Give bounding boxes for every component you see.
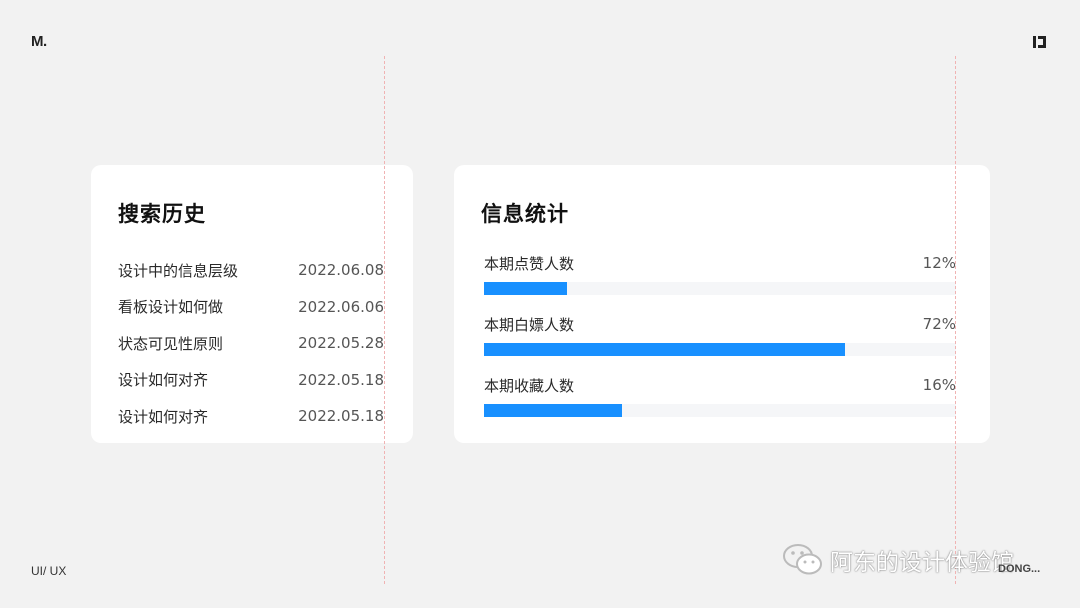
history-item-date: 2022.06.08 (298, 261, 384, 280)
stat-item: 本期点赞人数 12% (484, 252, 956, 313)
history-item-label: 设计如何对齐 (118, 407, 209, 426)
history-item-date: 2022.06.06 (298, 297, 384, 316)
progress-track (484, 343, 956, 356)
stat-label: 本期白嫖人数 (484, 315, 575, 334)
history-item[interactable]: 状态可见性原则 2022.05.28 (118, 325, 384, 362)
history-item-label: 设计如何对齐 (118, 371, 209, 390)
stat-item: 本期白嫖人数 72% (484, 313, 956, 374)
stat-label: 本期点赞人数 (484, 254, 575, 273)
footer-label: UI/ UX (31, 564, 67, 578)
footer-brand: DONG... (998, 563, 1041, 575)
stat-percent: 12% (922, 254, 956, 272)
progress-fill (484, 282, 567, 295)
logo: M. (31, 33, 47, 50)
history-item-date: 2022.05.18 (298, 407, 384, 426)
progress-fill (484, 404, 622, 417)
history-item-label: 状态可见性原则 (118, 334, 224, 353)
watermark: 阿东的设计体验馆 (782, 540, 1014, 580)
stats-list: 本期点赞人数 12% 本期白嫖人数 72% 本期收藏人数 16% (484, 252, 956, 435)
bracket-mark-icon (1033, 36, 1046, 48)
slide: M. 搜索历史 设计中的信息层级 2022.06.08 看板设计如何做 2022… (0, 0, 1080, 608)
search-history-title: 搜索历史 (118, 202, 206, 226)
guide-line (955, 56, 956, 584)
stat-percent: 16% (922, 376, 956, 394)
wechat-icon (783, 544, 822, 575)
stat-percent: 72% (922, 315, 956, 333)
search-history-card: 搜索历史 设计中的信息层级 2022.06.08 看板设计如何做 2022.06… (91, 165, 413, 443)
history-item[interactable]: 设计如何对齐 2022.05.18 (118, 362, 384, 399)
progress-track (484, 282, 956, 295)
history-item[interactable]: 设计中的信息层级 2022.06.08 (118, 252, 384, 289)
history-item[interactable]: 设计如何对齐 2022.05.18 (118, 398, 384, 435)
search-history-list: 设计中的信息层级 2022.06.08 看板设计如何做 2022.06.06 状… (118, 252, 384, 435)
stats-card: 信息统计 本期点赞人数 12% 本期白嫖人数 72% 本期收藏人数 16% (454, 165, 990, 443)
stat-label: 本期收藏人数 (484, 376, 575, 395)
stat-item: 本期收藏人数 16% (484, 374, 956, 435)
history-item[interactable]: 看板设计如何做 2022.06.06 (118, 289, 384, 326)
watermark-text: 阿东的设计体验馆 (830, 550, 1014, 576)
history-item-date: 2022.05.18 (298, 370, 384, 389)
history-item-date: 2022.05.28 (298, 334, 384, 353)
history-item-label: 设计中的信息层级 (118, 261, 239, 280)
history-item-label: 看板设计如何做 (118, 298, 224, 317)
guide-line (384, 56, 385, 584)
progress-track (484, 404, 956, 417)
progress-fill (484, 343, 846, 356)
stats-title: 信息统计 (481, 202, 569, 226)
